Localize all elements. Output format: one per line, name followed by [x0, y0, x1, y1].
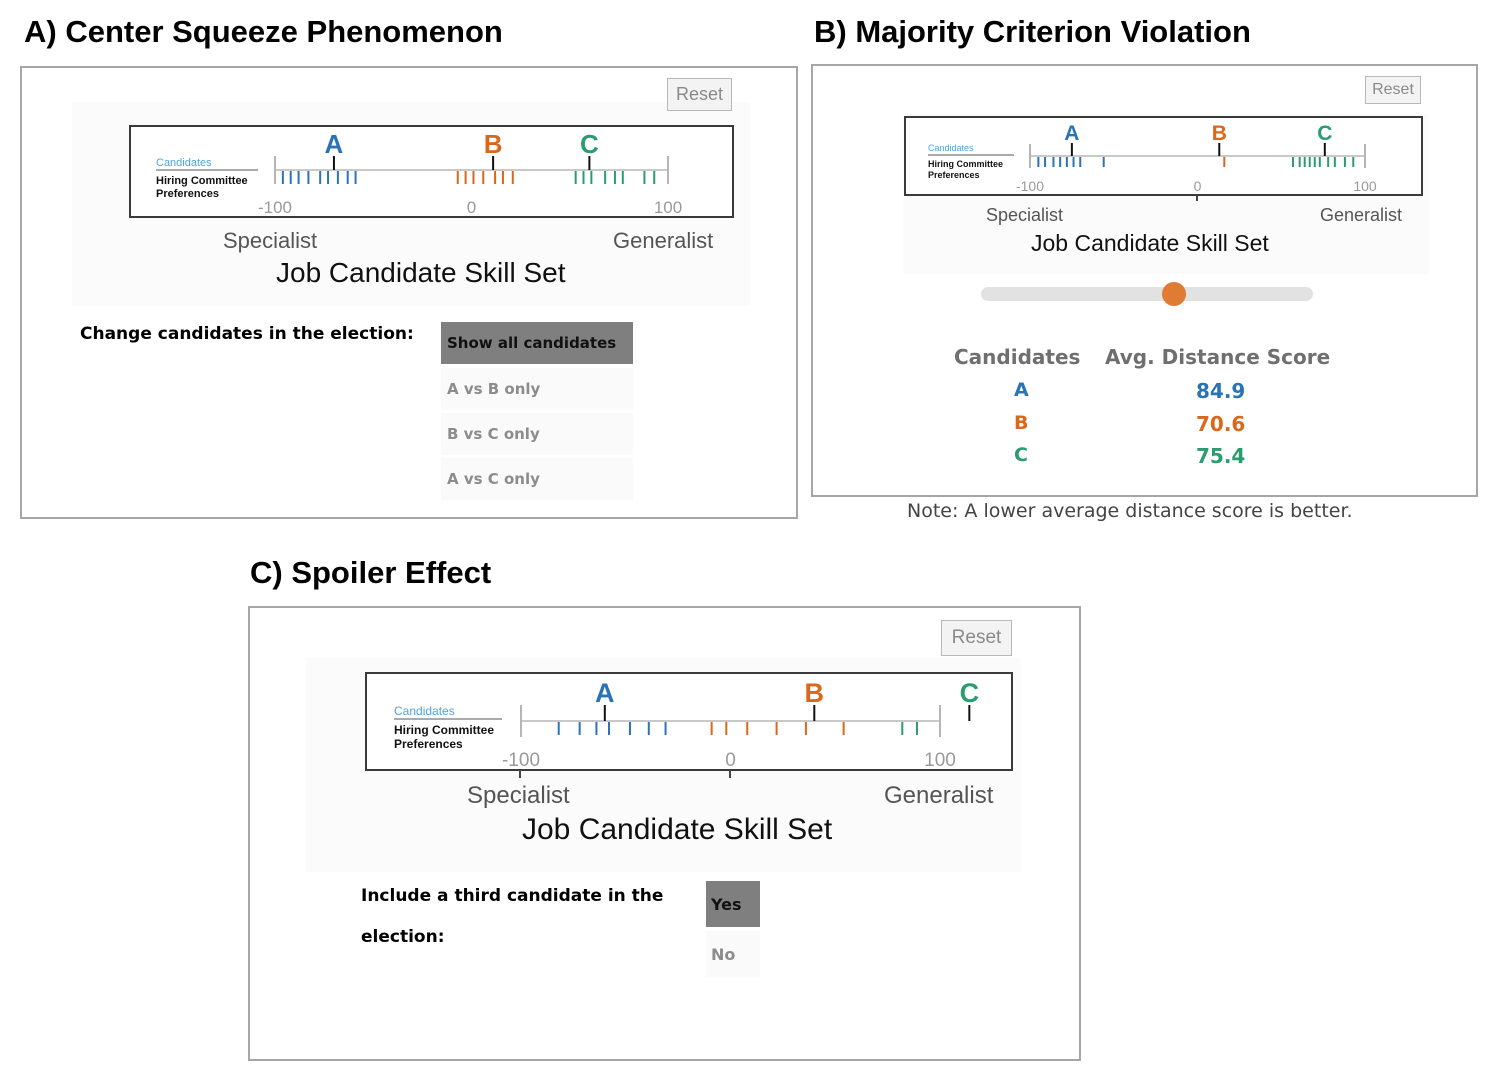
reset-button[interactable]: Reset — [667, 78, 732, 111]
legend-preferences: Preferences — [928, 170, 980, 180]
candidate-chart: Candidates Hiring Committee Preferences -10… — [904, 116, 1423, 196]
legend-candidates: Candidates — [394, 704, 455, 718]
specialist-label: Specialist — [223, 228, 318, 253]
panel-b-title: B) Majority Criterion Violation — [814, 14, 1251, 49]
axis-title: Job Candidate Skill Set — [522, 813, 833, 846]
legend-preferences: Preferences — [394, 737, 463, 751]
chart-svg: Candidates Hiring CommitteePreferences -10… — [394, 678, 980, 769]
specialist-label: Specialist — [467, 782, 570, 809]
legend-candidates: Candidates — [928, 143, 974, 153]
x-axis-tick — [1196, 195, 1198, 201]
tick-label: -100 — [1016, 178, 1044, 194]
reset-button[interactable]: Reset — [1365, 76, 1421, 104]
legend-candidates: Candidates — [156, 157, 212, 169]
candidate-label: C — [960, 678, 980, 708]
axis-title: Job Candidate Skill Set — [1031, 230, 1269, 256]
slider-track[interactable] — [981, 287, 1313, 301]
tick-label: 0 — [1194, 178, 1202, 194]
option-a-vs-b-only[interactable]: A vs B only — [441, 368, 633, 410]
tick-label: 100 — [924, 750, 956, 769]
candidate-label: A — [1064, 122, 1079, 145]
panel-c-title: C) Spoiler Effect — [250, 555, 492, 590]
slider-thumb[interactable] — [1161, 282, 1186, 306]
generalist-label: Generalist — [884, 782, 994, 809]
legend-preferences: Preferences — [156, 188, 219, 200]
option-a-vs-c-only[interactable]: A vs C only — [441, 458, 633, 500]
table-candidate-name: A — [1014, 379, 1029, 401]
candidate-label: C — [580, 129, 599, 159]
specialist-label: Specialist — [986, 205, 1064, 225]
table-score-value: 75.4 — [1196, 444, 1246, 468]
table-score-value: 84.9 — [1196, 379, 1246, 403]
table-score-value: 70.6 — [1196, 411, 1246, 436]
tick-label: 0 — [725, 750, 736, 769]
candidate-label: B — [484, 129, 503, 159]
candidate-label: A — [595, 678, 615, 708]
tick-label: 100 — [1353, 178, 1377, 194]
panel-b: Reset Candidates Hiring Committee Preferen… — [811, 64, 1478, 497]
chart-svg: Candidates Hiring CommitteePreferences -10… — [928, 122, 1377, 194]
table-candidate-name: B — [1014, 411, 1029, 434]
option-no[interactable]: No — [706, 931, 760, 977]
table-header-candidates: Candidates — [954, 345, 1081, 369]
option-yes[interactable]: Yes — [706, 881, 760, 927]
option-b-vs-c-only[interactable]: B vs C only — [441, 413, 633, 455]
panel-c: Reset Candidates Hiring Committee Preferen… — [248, 606, 1081, 1061]
candidate-label: A — [325, 129, 344, 159]
table-candidate-name: C — [1014, 444, 1028, 466]
panel-a: Reset Candidates Hiring Committee Preferen… — [20, 66, 798, 519]
legend-hiring-committee: Hiring Committee — [928, 159, 1003, 169]
option-show-all-candidates[interactable]: Show all candidates — [441, 322, 633, 364]
candidate-label: B — [1212, 122, 1227, 145]
tick-label: -100 — [502, 750, 540, 769]
candidate-label: B — [805, 678, 825, 708]
options-prompt-line-1: Include a third candidate in the — [361, 886, 664, 906]
legend-hiring-committee: Hiring Committee — [394, 723, 494, 737]
table-header-avg-distance: Avg. Distance Score — [1105, 345, 1331, 369]
candidate-label: C — [1317, 122, 1332, 145]
chart-svg: Candidates Hiring CommitteePreferences -10… — [156, 129, 682, 216]
note-text: Note: A lower average distance score is … — [907, 500, 1353, 522]
x-axis-tick — [729, 770, 731, 778]
candidate-chart: Candidates Hiring Committee Preferences -10… — [129, 125, 734, 218]
generalist-label: Generalist — [613, 228, 714, 253]
tick-label: 100 — [654, 198, 682, 216]
generalist-label: Generalist — [1320, 205, 1403, 225]
options-prompt-line-2: election: — [361, 927, 445, 947]
x-axis-tick — [519, 770, 521, 778]
tick-label: -100 — [258, 198, 292, 216]
tick-label: 0 — [467, 198, 476, 216]
legend-hiring-committee: Hiring Committee — [156, 175, 248, 187]
candidate-chart: Candidates Hiring Committee Preferences -10… — [365, 672, 1013, 771]
options-prompt: Change candidates in the election: — [80, 324, 414, 344]
reset-button[interactable]: Reset — [941, 620, 1012, 656]
panel-a-title: A) Center Squeeze Phenomenon — [24, 14, 503, 49]
axis-title: Job Candidate Skill Set — [276, 257, 566, 288]
